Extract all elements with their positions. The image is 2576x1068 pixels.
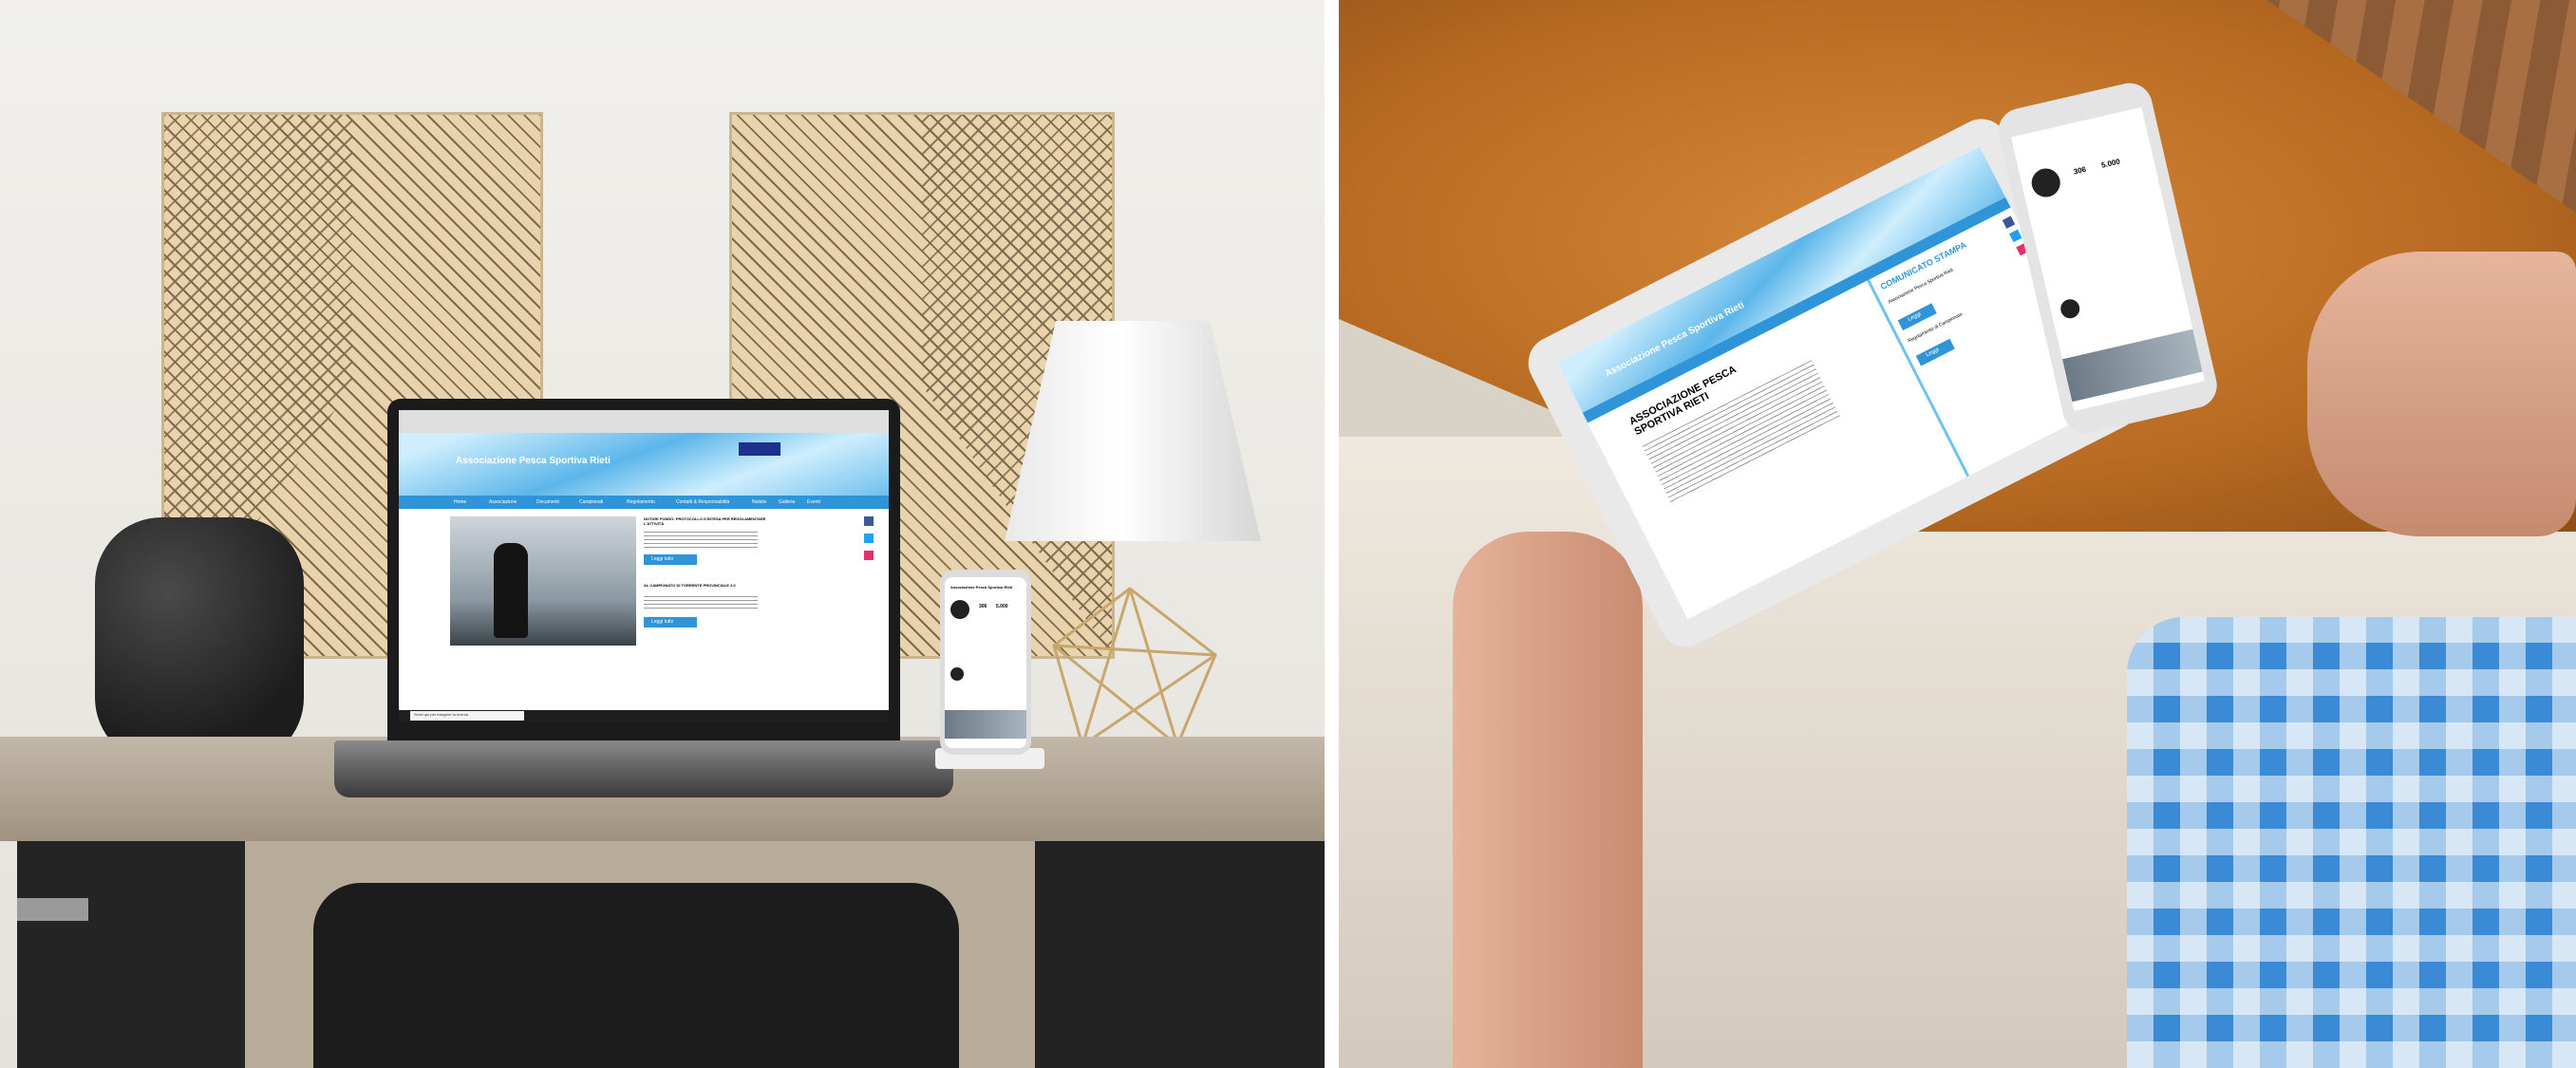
nav-item-associazione[interactable]: Associazione xyxy=(489,499,517,505)
phone-post-image xyxy=(945,710,1026,739)
phone-screen: Associazione Pesca Sportiva Rieti 306 5.… xyxy=(945,577,1026,748)
nav-item-galleria[interactable]: Galleria xyxy=(779,499,795,505)
read-more-label-2: Leggi tutto xyxy=(651,619,674,625)
twitter-icon[interactable] xyxy=(864,534,874,543)
phone-profile-name: Associazione Pesca Sportiva Rieti xyxy=(950,585,1013,590)
news-headline-2: AL CAMPIONATO DI TORRENTE PROVINCIALE 2.… xyxy=(644,583,736,588)
laptop-screen: Associazione Pesca Sportiva Rieti Home A… xyxy=(399,410,889,721)
tablet-facebook-icon[interactable] xyxy=(2002,215,2016,229)
desk-drawers-left xyxy=(17,841,245,1068)
nav-item-documenti[interactable]: Documenti xyxy=(536,499,559,505)
site-title: Associazione Pesca Sportiva Rieti xyxy=(456,456,611,466)
drawer-handle xyxy=(17,898,88,921)
lamp-base xyxy=(1025,579,1234,759)
held-phone-post-image xyxy=(2061,328,2203,403)
header-cta xyxy=(739,442,780,456)
phone-post-avatar xyxy=(950,667,964,681)
read-more-label-1: Leggi tutto xyxy=(651,556,674,562)
phone-avatar xyxy=(950,600,969,619)
nav-item-eventi[interactable]: Eventi xyxy=(807,499,820,505)
sofa-photo: Associazione Pesca Sportiva Rieti ASSOCI… xyxy=(1339,0,2576,1068)
right-hand xyxy=(2307,252,2576,536)
left-hand xyxy=(1453,532,1643,1068)
nav-item-regolamento[interactable]: Regolamento xyxy=(627,499,655,505)
smart-speaker xyxy=(95,517,304,764)
chair xyxy=(313,883,959,1068)
nav-item-campionati[interactable]: Campionati xyxy=(579,499,603,505)
held-phone-avatar xyxy=(2028,165,2063,200)
held-phone-followers: 5.000 xyxy=(2100,157,2121,170)
laptop-base xyxy=(334,740,953,797)
desk-photo: Associazione Pesca Sportiva Rieti Home A… xyxy=(0,0,1325,1068)
taskbar-search: Scrivi qui per eseguire la ricerca xyxy=(414,712,468,717)
desk-drawers-right xyxy=(1035,841,1325,1068)
instagram-icon[interactable] xyxy=(864,551,874,560)
held-phone-post-avatar xyxy=(2059,297,2082,321)
tablet-twitter-icon[interactable] xyxy=(2009,229,2022,243)
news-headline-1: NOTIZIE FONDO: PROTOCOLLO D'INTESA PER R… xyxy=(644,516,766,526)
nav-item-home[interactable]: Home xyxy=(454,499,466,505)
phone-posts: 306 xyxy=(979,604,987,609)
fishing-photo xyxy=(450,516,636,646)
browser-bar xyxy=(399,410,889,433)
fisherman-silhouette xyxy=(494,543,528,638)
phone-followers: 5.000 xyxy=(996,604,1008,609)
facebook-icon[interactable] xyxy=(864,516,874,526)
news-text-1 xyxy=(644,532,758,551)
news-text-2 xyxy=(644,596,758,611)
nav-item-contatti[interactable]: Contatti & Responsabilità xyxy=(676,499,729,505)
nav-item-notizie[interactable]: Notizie xyxy=(752,499,766,505)
held-phone-posts: 306 xyxy=(2072,164,2087,177)
plaid-shorts xyxy=(2127,617,2576,1068)
